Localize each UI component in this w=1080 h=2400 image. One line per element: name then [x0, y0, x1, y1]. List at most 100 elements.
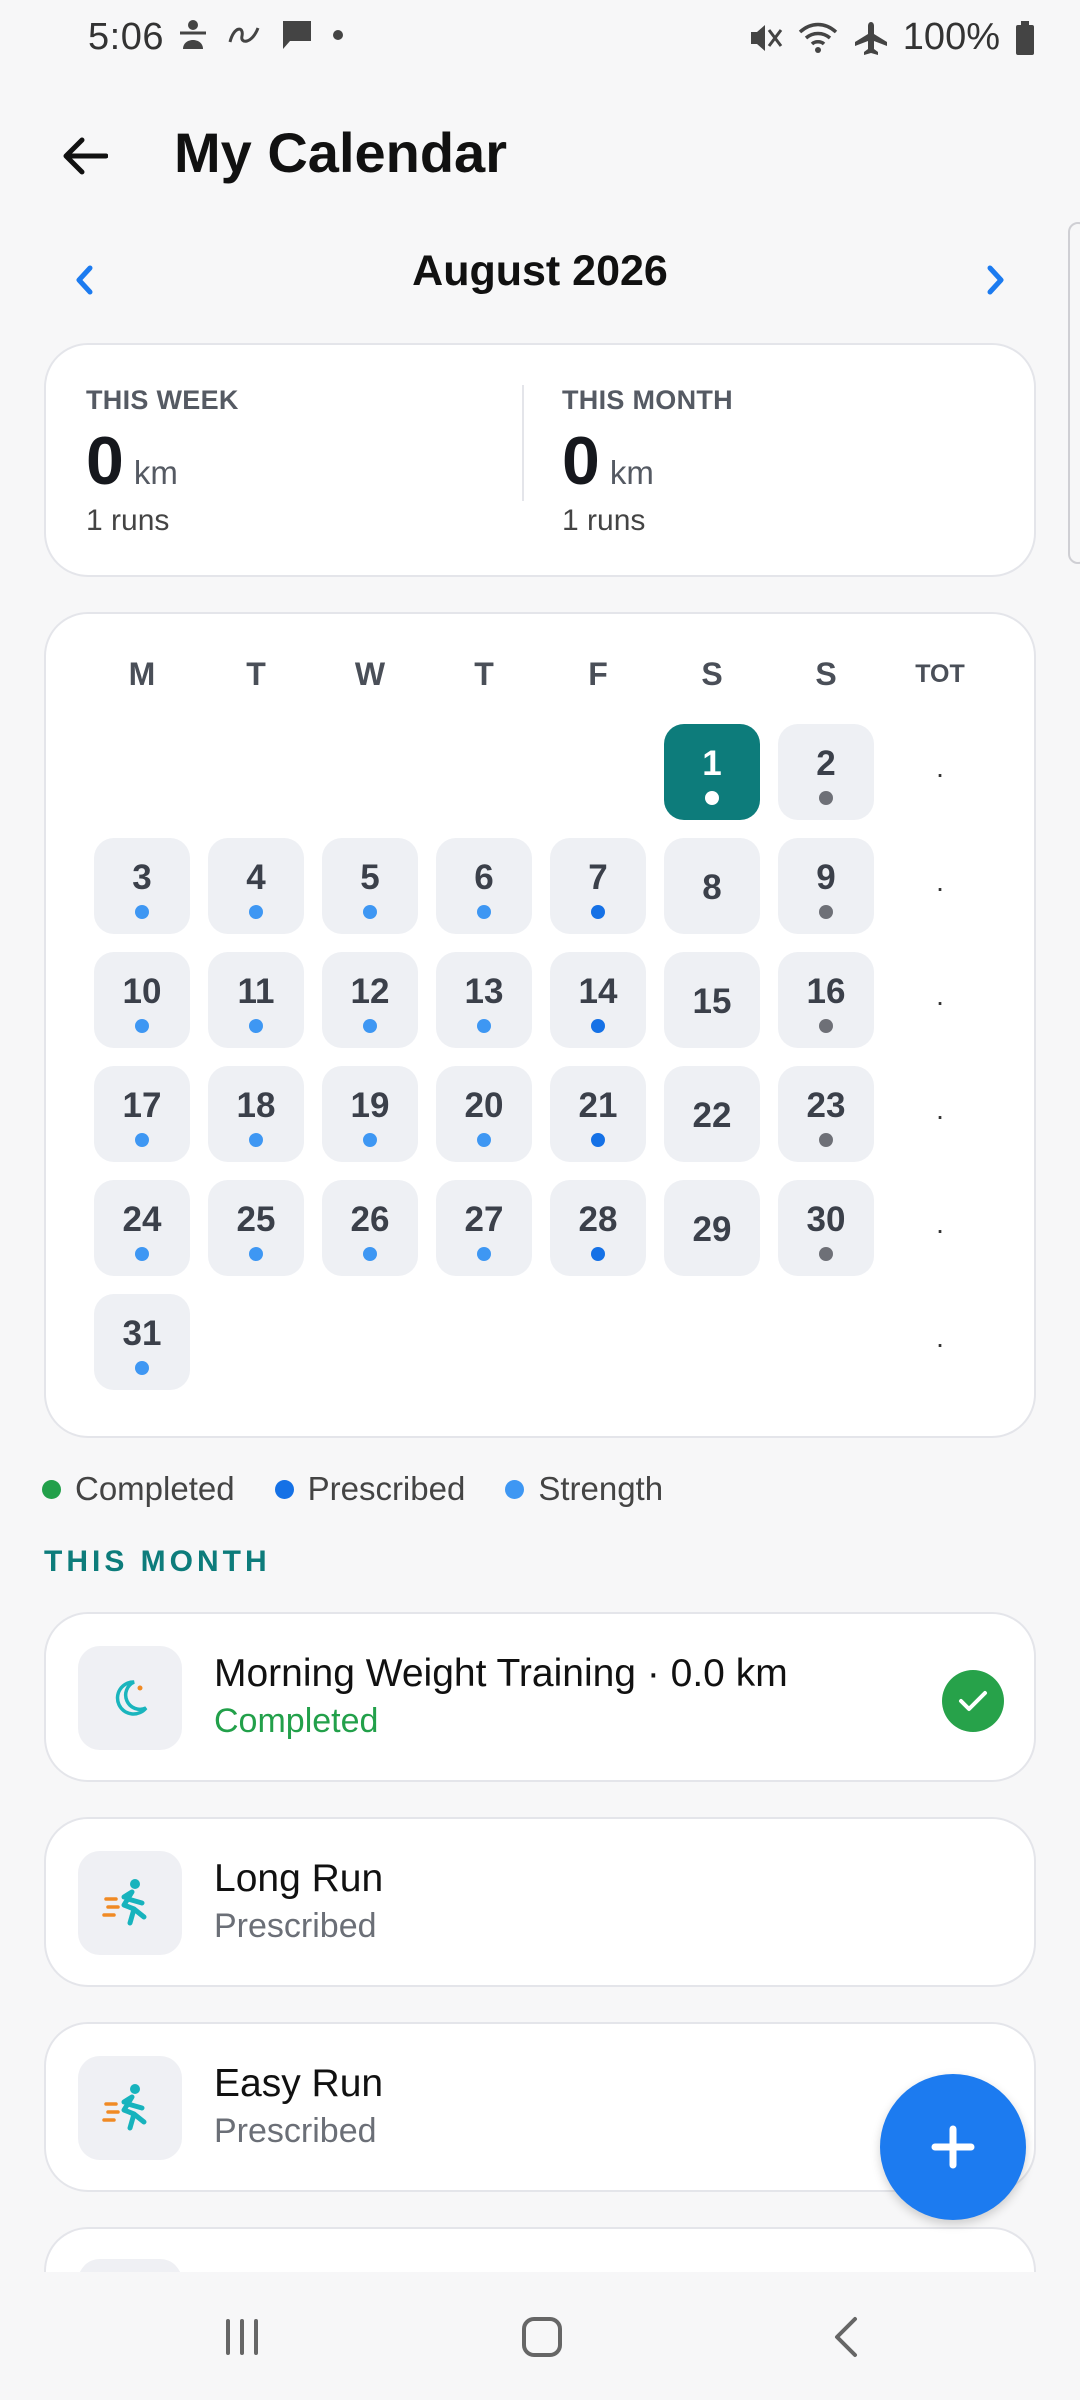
day-number: 16: [806, 972, 846, 1011]
calendar-day[interactable]: 23: [778, 1066, 874, 1162]
workout-card[interactable]: Long Run Prescribed: [44, 1817, 1036, 1987]
add-workout-button[interactable]: [880, 2074, 1026, 2220]
calendar-day[interactable]: 5: [322, 838, 418, 934]
week-total: .: [936, 980, 944, 1011]
back-button[interactable]: [52, 124, 116, 188]
day-number: 2: [816, 744, 836, 783]
day-activity-dot: [591, 1133, 605, 1147]
calendar-day[interactable]: 14: [550, 952, 646, 1048]
calendar-day[interactable]: 8: [664, 838, 760, 934]
day-activity-dot: [249, 1133, 263, 1147]
day-activity-dot: [819, 791, 833, 805]
day-activity-dot: [477, 1247, 491, 1261]
calendar-day[interactable]: 29: [664, 1180, 760, 1276]
day-activity-dot: [819, 1019, 833, 1033]
month-title: August 2026: [412, 247, 668, 295]
completed-check-button[interactable]: [942, 1670, 1004, 1732]
workout-status: Prescribed: [214, 2112, 377, 2150]
day-number: 18: [236, 1086, 276, 1125]
system-icons: 100%: [747, 16, 1036, 59]
calendar-day[interactable]: 25: [208, 1180, 304, 1276]
calendar-day[interactable]: 16: [778, 952, 874, 1048]
summary-card: THIS WEEK 0 km 1 runs THIS MONTH 0 km 1 …: [44, 343, 1036, 577]
total-header: TOT: [915, 660, 965, 688]
calendar-day[interactable]: 19: [322, 1066, 418, 1162]
calendar-day[interactable]: 17: [94, 1066, 190, 1162]
calendar-day[interactable]: 21: [550, 1066, 646, 1162]
back-nav-button[interactable]: [806, 2302, 886, 2372]
legend-item: Prescribed: [274, 1470, 466, 1508]
calendar-day[interactable]: 20: [436, 1066, 532, 1162]
weekday-header: S: [701, 656, 723, 692]
calendar-day[interactable]: 27: [436, 1180, 532, 1276]
day-activity-dot: [135, 1133, 149, 1147]
day-number: 9: [816, 858, 836, 897]
calendar-day[interactable]: 2: [778, 724, 874, 820]
legend-item: Strength: [505, 1470, 663, 1508]
calendar-day[interactable]: 4: [208, 838, 304, 934]
calendar-day[interactable]: 10: [94, 952, 190, 1048]
recents-icon: [226, 2319, 258, 2355]
calendar-day[interactable]: 22: [664, 1066, 760, 1162]
home-icon: [522, 2317, 562, 2357]
airplane-icon: [854, 21, 887, 55]
workout-status: Completed: [214, 1702, 379, 1740]
day-activity-dot: [819, 1133, 833, 1147]
day-number: 8: [702, 868, 722, 907]
calendar-day[interactable]: 1: [664, 724, 760, 820]
calendar-day[interactable]: 28: [550, 1180, 646, 1276]
day-number: 26: [350, 1200, 390, 1239]
week-summary: THIS WEEK 0 km 1 runs: [86, 385, 239, 538]
calendar-day[interactable]: 30: [778, 1180, 874, 1276]
day-number: 13: [464, 972, 504, 1011]
calendar-day[interactable]: 6: [436, 838, 532, 934]
calendar-day[interactable]: 12: [322, 952, 418, 1048]
day-number: 30: [806, 1200, 846, 1239]
home-button[interactable]: [502, 2302, 582, 2372]
calendar-day[interactable]: 3: [94, 838, 190, 934]
next-month-button[interactable]: [966, 250, 1026, 310]
week-distance: 0: [86, 423, 124, 499]
workout-icon-box: [78, 1851, 182, 1955]
day-number: 29: [692, 1210, 732, 1249]
calendar-day[interactable]: 26: [322, 1180, 418, 1276]
legend-label: Strength: [538, 1470, 664, 1507]
day-activity-dot: [135, 1361, 149, 1375]
week-label: THIS WEEK: [86, 385, 239, 415]
day-activity-dot: [363, 1247, 377, 1261]
runner-icon: [102, 1879, 147, 1926]
week-total: .: [936, 1208, 944, 1239]
check-icon: [959, 1691, 987, 1711]
calendar-day[interactable]: 7: [550, 838, 646, 934]
calendar-day[interactable]: 18: [208, 1066, 304, 1162]
summary-divider: [522, 385, 524, 501]
workout-title: Morning Weight Training · 0.0 km: [214, 1652, 788, 1695]
edge-panel-handle[interactable]: [1068, 222, 1080, 564]
day-number: 3: [132, 858, 152, 897]
plus-icon: [931, 2125, 975, 2169]
calendar-day[interactable]: 31: [94, 1294, 190, 1390]
day-number: 20: [464, 1086, 504, 1125]
legend-label: Prescribed: [307, 1470, 466, 1507]
workout-card-partial[interactable]: [44, 2227, 1036, 2272]
day-number: 28: [578, 1200, 618, 1239]
week-total: .: [936, 1094, 944, 1125]
day-number: 7: [588, 858, 608, 897]
calendar-grid: M T W T F S S TOT 1 2 3 4 5 6 7 8 9 10 11 12 13 14 15 1…: [44, 612, 1036, 1438]
battery-percent: 100%: [902, 16, 1000, 58]
calendar-day[interactable]: 15: [664, 952, 760, 1048]
workout-icon-box: [78, 1646, 182, 1750]
calendar-day[interactable]: 11: [208, 952, 304, 1048]
workout-card[interactable]: Morning Weight Training · 0.0 km Complet…: [44, 1612, 1036, 1782]
day-number: 25: [236, 1200, 276, 1239]
page-title: My Calendar: [174, 121, 507, 184]
calendar-day[interactable]: 24: [94, 1180, 190, 1276]
day-number: 17: [122, 1086, 162, 1125]
day-activity-dot: [249, 905, 263, 919]
weekday-header: W: [354, 656, 386, 692]
recent-apps-button[interactable]: [202, 2302, 282, 2372]
notification-icons: [178, 18, 344, 52]
calendar-day[interactable]: 13: [436, 952, 532, 1048]
calendar-day[interactable]: 9: [778, 838, 874, 934]
day-number: 4: [246, 858, 266, 897]
